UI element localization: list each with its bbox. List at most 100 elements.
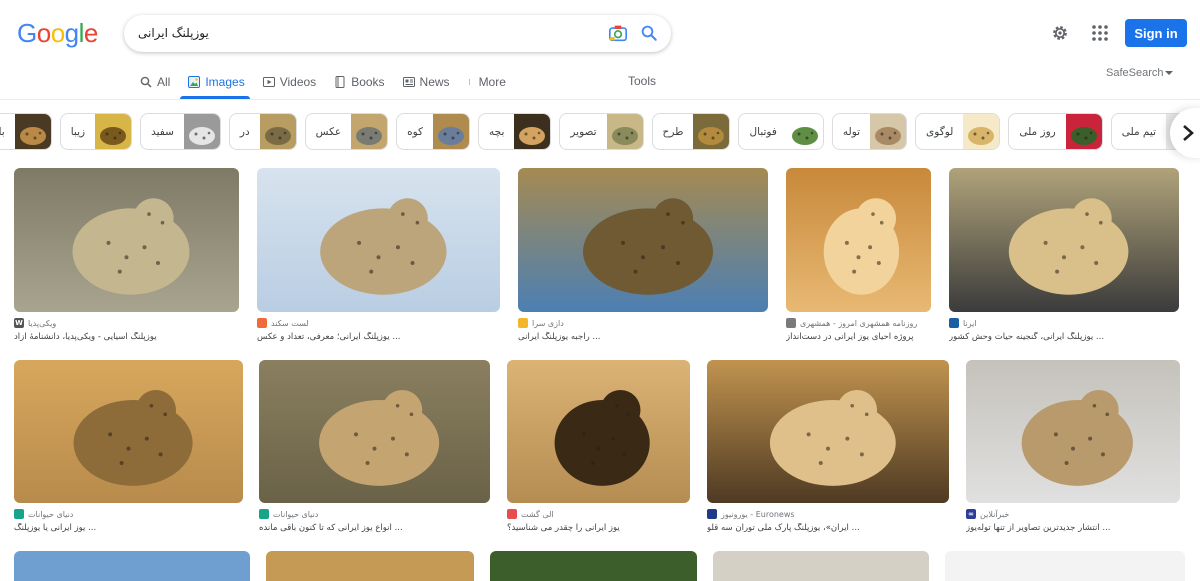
result-title[interactable]: ایران»، یوزپلنگ پارک ملی توران سه قلو ..… — [707, 523, 949, 533]
result-thumbnail[interactable] — [518, 168, 768, 312]
chip-thumbnail — [870, 114, 907, 149]
chip-label: بچه — [489, 125, 505, 138]
result-title[interactable]: یوزپلنگ ایرانی، گنجینه حیات وحش کشور ... — [949, 332, 1179, 342]
result-thumbnail[interactable] — [507, 360, 690, 503]
sign-in-button[interactable]: Sign in — [1125, 19, 1187, 47]
image-result-partial[interactable] — [14, 551, 250, 581]
image-result-partial[interactable] — [945, 551, 1185, 581]
tools-button[interactable]: Tools — [628, 74, 656, 88]
result-thumbnail[interactable] — [786, 168, 931, 312]
result-thumbnail[interactable] — [14, 168, 239, 312]
image-result[interactable]: الی گشت یوز ایرانی را چقدر می شناسید؟ — [507, 360, 690, 539]
result-source[interactable]: ایرنا — [949, 318, 977, 328]
result-title[interactable]: راجبه یوزپلنگ ایرانی ... — [518, 332, 768, 342]
result-source[interactable]: دنیای حیوانات — [14, 509, 73, 519]
chip-thumbnail — [606, 114, 643, 149]
related-chip[interactable]: با — [0, 113, 52, 150]
result-title[interactable]: انتشار جدیدترین تصاویر از تنها توله‌یوز … — [966, 523, 1180, 533]
chip-label: طرح — [662, 125, 684, 138]
safesearch-menu[interactable]: SafeSearch — [1106, 67, 1174, 79]
google-logo[interactable]: Google — [17, 18, 98, 49]
image-result[interactable]: W ویکی‌پدیا یوزپلنگ آسیایی - ویکی‌پدیا، دا… — [14, 168, 239, 348]
search-input[interactable] — [138, 23, 568, 43]
result-source[interactable]: ∞ خبرآنلاین — [966, 509, 1009, 519]
apps-grid-icon[interactable] — [1091, 24, 1109, 42]
chip-thumbnail — [95, 114, 132, 149]
result-title[interactable]: یوز ایرانی را چقدر می شناسید؟ — [507, 523, 690, 533]
result-title[interactable]: انواع یوز ایرانی که تا کنون باقی مانده .… — [259, 523, 490, 533]
related-chip[interactable]: تصویر — [559, 113, 644, 150]
result-source-label: دنیای حیوانات — [28, 509, 74, 519]
image-result[interactable]: دازی سرا راجبه یوزپلنگ ایرانی ... — [518, 168, 768, 348]
related-chip[interactable]: فوتبال — [738, 113, 824, 150]
result-title[interactable]: یوز ایرانی یا یوزپلنگ ... — [14, 523, 243, 533]
result-thumbnail[interactable] — [259, 360, 490, 503]
chip-thumbnail — [183, 114, 220, 149]
result-thumbnail[interactable] — [257, 168, 500, 312]
result-source-label: روزنامه همشهری امروز - همشهری — [800, 318, 918, 328]
result-source[interactable]: روزنامه همشهری امروز - همشهری — [786, 318, 917, 328]
result-thumbnail[interactable] — [14, 360, 243, 503]
related-chip[interactable]: لوگوی — [915, 113, 1001, 150]
gear-icon[interactable] — [1050, 23, 1070, 43]
result-source[interactable]: دنیای حیوانات — [259, 509, 318, 519]
tab-videos[interactable]: Videos — [262, 73, 316, 91]
related-chip[interactable]: توله — [831, 113, 908, 150]
chevron-right-icon — [1183, 125, 1194, 141]
related-chip[interactable]: سفید — [140, 113, 221, 150]
tab-images[interactable]: Images — [188, 73, 245, 91]
image-result-partial[interactable] — [490, 551, 697, 581]
result-source-label: الی گشت — [521, 509, 554, 519]
favicon-icon — [14, 509, 24, 519]
image-result[interactable]: دنیای حیوانات انواع یوز ایرانی که تا کنون… — [259, 360, 490, 539]
image-result[interactable]: لست سکند یوزپلنگ ایرانی؛ معرفی، تعداد و ع… — [257, 168, 500, 348]
favicon-icon: W — [14, 318, 24, 328]
tab-news[interactable]: News — [402, 73, 450, 91]
result-thumbnail[interactable] — [949, 168, 1179, 312]
logo-letter: o — [36, 18, 51, 48]
image-result[interactable]: ایرنا یوزپلنگ ایرانی، گنجینه حیات وحش کشو… — [949, 168, 1179, 348]
logo-letter: g — [64, 18, 79, 48]
more-vert-icon — [468, 79, 470, 85]
result-source[interactable]: W ویکی‌پدیا — [14, 318, 56, 328]
chip-thumbnail — [514, 114, 551, 149]
result-thumbnail[interactable] — [966, 360, 1180, 503]
related-chip[interactable]: بچه — [478, 113, 552, 150]
image-result[interactable]: دنیای حیوانات یوز ایرانی یا یوزپلنگ ... — [14, 360, 243, 539]
related-chip[interactable]: در — [228, 113, 297, 150]
chip-label: تصویر — [570, 125, 597, 138]
image-result-partial[interactable] — [266, 551, 474, 581]
chip-label: روز ملی — [1019, 125, 1056, 138]
related-chip[interactable]: روز ملی — [1008, 113, 1103, 150]
related-chip[interactable]: کوه — [396, 113, 471, 150]
search-icon — [140, 76, 152, 88]
result-title[interactable]: پروژه احیای یوز ایرانی در دست‌انداز — [786, 332, 931, 342]
image-result[interactable]: روزنامه همشهری امروز - همشهری پروژه احیای… — [786, 168, 931, 348]
result-title[interactable]: یوزپلنگ ایرانی؛ معرفی، تعداد و عکس ... — [257, 332, 500, 342]
result-source[interactable]: الی گشت — [507, 509, 554, 519]
chip-thumbnail — [14, 114, 51, 149]
search-icon[interactable] — [640, 24, 658, 42]
related-chip[interactable]: زیبا — [59, 113, 133, 150]
result-source-label: دنیای حیوانات — [273, 509, 319, 519]
tab-all[interactable]: All — [140, 73, 170, 91]
result-source[interactable]: لست سکند — [257, 318, 309, 328]
result-source[interactable]: دازی سرا — [518, 318, 564, 328]
image-result[interactable]: ∞ خبرآنلاین انتشار جدیدترین تصاویر از تنها… — [966, 360, 1180, 539]
related-chip[interactable]: عکس — [304, 113, 389, 150]
tab-books[interactable]: Books — [334, 73, 385, 91]
search-box[interactable] — [124, 15, 671, 52]
result-source[interactable]: یورونیوز - Euronews — [707, 509, 795, 519]
result-title[interactable]: یوزپلنگ آسیایی - ویکی‌پدیا، دانشنامهٔ آز… — [14, 332, 239, 342]
image-result-partial[interactable] — [713, 551, 929, 581]
image-result[interactable]: یورونیوز - Euronews ایران»، یوزپلنگ پارک … — [707, 360, 949, 539]
favicon-icon — [257, 318, 267, 328]
related-chip[interactable]: طرح — [651, 113, 731, 150]
favicon-icon: ∞ — [966, 509, 976, 519]
chip-thumbnail — [433, 114, 470, 149]
tab-more[interactable]: More — [468, 73, 506, 91]
chip-label: لوگوی — [926, 125, 954, 138]
result-source-label: یورونیوز - Euronews — [721, 509, 795, 519]
result-thumbnail[interactable] — [707, 360, 949, 503]
camera-icon[interactable] — [608, 24, 628, 42]
